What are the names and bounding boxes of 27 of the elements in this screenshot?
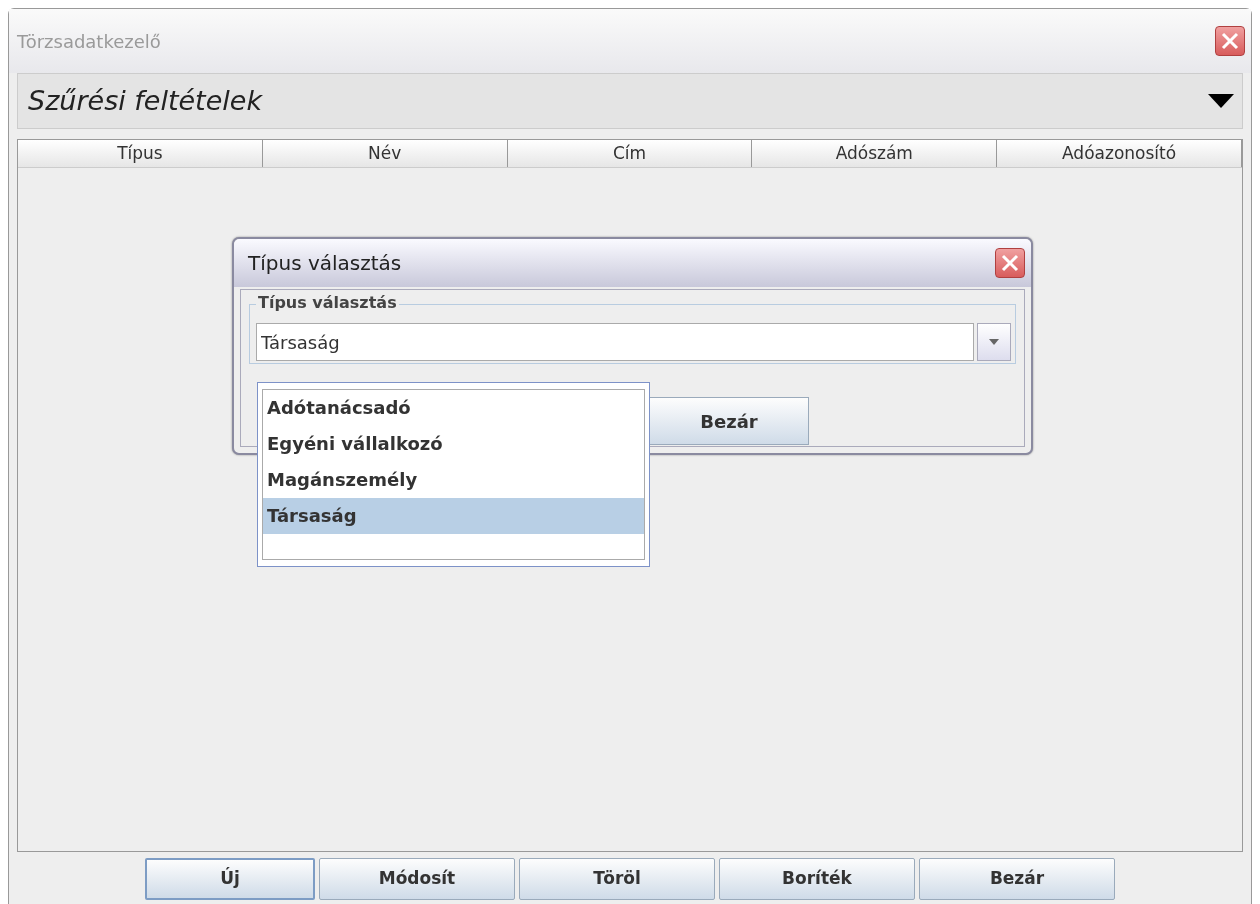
- panel-title: Szűrési feltételek: [28, 83, 263, 118]
- action-button[interactable]: Bezár: [919, 858, 1115, 900]
- action-button[interactable]: Új: [145, 858, 315, 900]
- action-button[interactable]: Boríték: [719, 858, 915, 900]
- window-title: Törzsadatkezelő: [17, 29, 161, 54]
- column-header[interactable]: Cím: [507, 140, 753, 167]
- dropdown-option[interactable]: Egyéni vállalkozó: [263, 426, 644, 462]
- caret-icon: [989, 339, 999, 345]
- dropdown-option[interactable]: Adótanácsadó: [263, 390, 644, 426]
- close-button[interactable]: [995, 248, 1025, 278]
- column-header[interactable]: Név: [262, 140, 508, 167]
- column-header[interactable]: Adószám: [752, 140, 998, 167]
- dropdown-option[interactable]: Magánszemély: [263, 462, 644, 498]
- column-header[interactable]: Típus: [18, 140, 263, 167]
- close-button[interactable]: [1215, 26, 1245, 56]
- dropdown-button[interactable]: [977, 323, 1011, 361]
- dialog-title: Típus választás: [248, 250, 402, 277]
- type-combo-field[interactable]: Társaság: [256, 323, 974, 361]
- filter-panel-header[interactable]: Szűrési feltételek: [17, 73, 1243, 129]
- action-button[interactable]: Töröl: [519, 858, 715, 900]
- close-icon: [1000, 253, 1020, 273]
- expand-triangle-icon: [1208, 94, 1234, 108]
- close-icon: [1220, 31, 1240, 51]
- action-button[interactable]: Módosít: [319, 858, 515, 900]
- close-dialog-button[interactable]: Bezár: [649, 397, 809, 445]
- dropdown-option[interactable]: Társaság: [263, 498, 644, 534]
- column-header[interactable]: Adóazonosító: [997, 140, 1242, 167]
